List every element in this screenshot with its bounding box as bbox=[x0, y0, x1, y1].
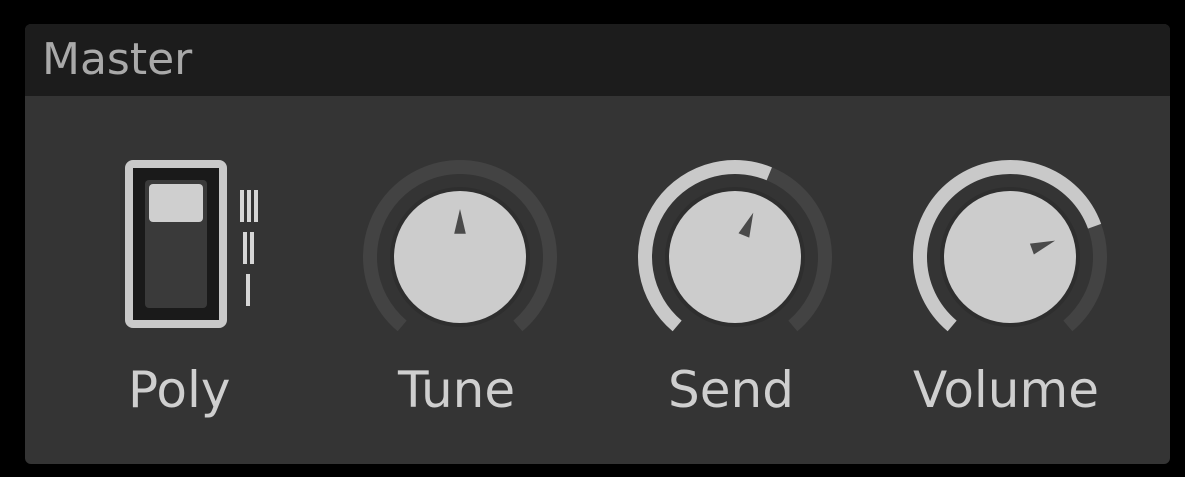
poly-mark-3-bar-2 bbox=[247, 190, 251, 222]
send-label: Send bbox=[668, 361, 794, 419]
panel-header: Master bbox=[25, 24, 1170, 96]
poly-position-marks bbox=[240, 190, 258, 306]
poly-switch-handle[interactable] bbox=[149, 184, 203, 222]
tune-knob[interactable] bbox=[360, 157, 560, 357]
master-panel: Master Poly Tune Send Volume bbox=[25, 24, 1170, 464]
panel-title: Master bbox=[42, 34, 193, 85]
tune-label: Tune bbox=[398, 361, 516, 419]
send-knob-body bbox=[669, 191, 801, 323]
poly-mark-3-bar-3 bbox=[254, 190, 258, 222]
volume-label: Volume bbox=[913, 361, 1099, 419]
send-knob[interactable] bbox=[635, 157, 835, 357]
volume-knob-body bbox=[944, 191, 1076, 323]
poly-switch[interactable] bbox=[125, 160, 285, 330]
poly-mark-2-bar-1 bbox=[243, 232, 247, 264]
poly-mark-3-bar-1 bbox=[240, 190, 244, 222]
volume-knob[interactable] bbox=[910, 157, 1110, 357]
poly-mark-2-bar-2 bbox=[250, 232, 254, 264]
poly-mark-1-bar-1 bbox=[246, 274, 250, 306]
poly-label: Poly bbox=[128, 361, 231, 419]
